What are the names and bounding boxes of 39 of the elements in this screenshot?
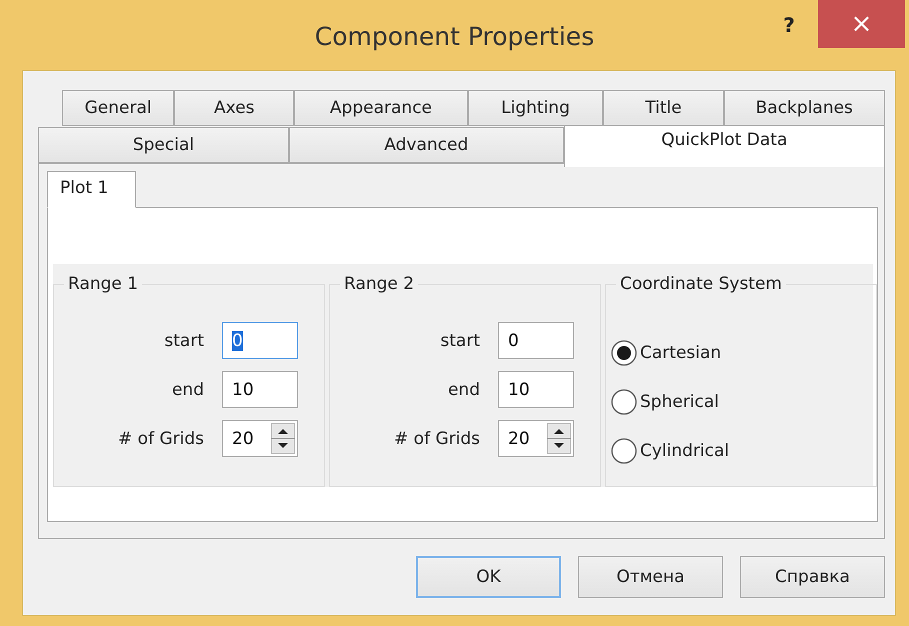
dialog-button[interactable]: Отмена bbox=[578, 556, 723, 598]
tab[interactable]: Title bbox=[603, 90, 724, 126]
group-title: Range 1 bbox=[67, 274, 140, 294]
group-title: Coordinate System bbox=[619, 274, 783, 294]
window-title: Component Properties bbox=[314, 22, 594, 51]
radio-button[interactable] bbox=[610, 338, 638, 366]
spinner-field[interactable]: 20 bbox=[498, 420, 574, 457]
tab[interactable]: Backplanes bbox=[724, 90, 885, 126]
spin-arrows-icon[interactable] bbox=[271, 423, 295, 454]
spin-arrows-icon[interactable] bbox=[547, 423, 571, 454]
input-field[interactable]: 10 bbox=[222, 371, 298, 408]
input-field[interactable]: 10 bbox=[498, 371, 574, 408]
radio-label: Spherical bbox=[640, 392, 720, 412]
tab[interactable]: Advanced bbox=[288, 127, 564, 163]
field-label: end bbox=[170, 380, 204, 400]
dialog-button[interactable]: Справка bbox=[740, 556, 885, 598]
tab[interactable]: Lighting bbox=[468, 90, 604, 126]
tab[interactable]: Special bbox=[38, 127, 289, 163]
tab[interactable]: Appearance bbox=[294, 90, 468, 126]
input-field[interactable]: 0 bbox=[222, 322, 298, 359]
field-label: start bbox=[439, 330, 480, 350]
help-button[interactable]: ? bbox=[772, 8, 806, 42]
dialog-button[interactable]: OK bbox=[416, 556, 561, 598]
tab[interactable]: QuickPlot Data bbox=[564, 125, 885, 167]
radio-button[interactable] bbox=[610, 388, 638, 416]
input-field[interactable]: 0 bbox=[498, 322, 574, 359]
field-label: end bbox=[446, 380, 480, 400]
close-button[interactable]: × bbox=[818, 0, 905, 48]
field-label: start bbox=[163, 330, 204, 350]
group-title: Range 2 bbox=[343, 274, 416, 294]
tab[interactable]: Axes bbox=[174, 90, 294, 126]
radio-label: Cylindrical bbox=[640, 440, 730, 460]
tab[interactable]: General bbox=[62, 90, 174, 126]
tab[interactable]: Plot 1 bbox=[47, 171, 136, 208]
field-label: # of Grids bbox=[393, 428, 480, 448]
radio-button[interactable] bbox=[610, 436, 638, 464]
spinner-field[interactable]: 20 bbox=[222, 420, 298, 457]
radio-label: Cartesian bbox=[640, 342, 722, 362]
field-label: # of Grids bbox=[117, 428, 204, 448]
